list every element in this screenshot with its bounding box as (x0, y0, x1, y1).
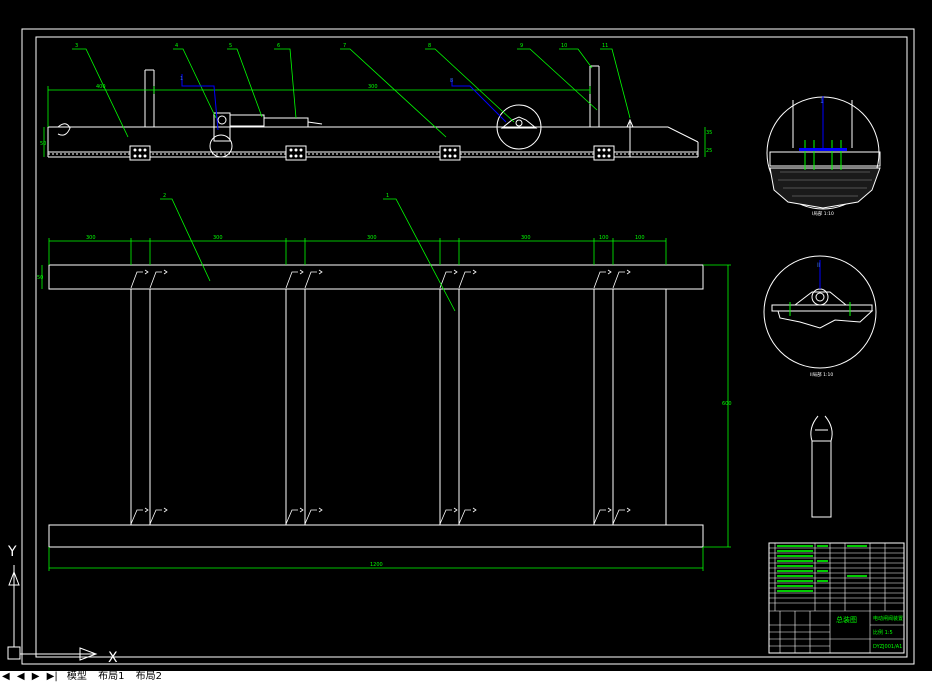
elev-dim-top-2: 300 (368, 84, 378, 90)
plan-dim-bottom: 1200 (370, 562, 383, 568)
title-block: 总装图 电动闸阀装置 比例 1:5 DYZJ001/A1 (768, 542, 905, 654)
elevation-view: 400 300 50 35 25 3 4 5 6 7 8 9 10 11 1 8 (40, 43, 712, 161)
elev-balloon-3: 3 (75, 43, 78, 49)
elev-balloon-11: 11 (602, 43, 608, 49)
tab-nav-last-button[interactable]: ▶| (45, 671, 60, 682)
tab-model[interactable]: 模型 (63, 671, 91, 682)
tab-nav-first-button[interactable]: ◀ (0, 671, 12, 682)
elev-balloon-4: 4 (175, 43, 178, 49)
detail-view-1: 1 I局部 1:10 (766, 96, 881, 217)
tab-nav-next-button[interactable]: ▶ (30, 671, 42, 682)
tab-layout-1[interactable]: 布局1 (94, 671, 128, 682)
elev-blue-balloon-1: 1 (180, 76, 183, 82)
elev-balloon-7: 7 (343, 43, 346, 49)
plan-dim-top-5: 100 (599, 235, 609, 241)
elev-balloon-8: 8 (428, 43, 431, 49)
elev-balloon-5: 5 (229, 43, 232, 49)
plan-dim-top-6: 100 (635, 235, 645, 241)
plan-view: 300 300 300 300 100 100 1200 600 50 2 1 (37, 193, 732, 571)
detail2-caption: II局部 1:10 (810, 371, 833, 378)
cad-drawing-canvas[interactable]: 400 300 50 35 25 3 4 5 6 7 8 9 10 11 1 8… (0, 0, 932, 671)
tab-layout-2[interactable]: 布局2 (132, 671, 166, 682)
elev-balloon-10: 10 (561, 43, 567, 49)
detail1-caption: I局部 1:10 (812, 210, 834, 217)
ucs-y-label: Y (7, 544, 17, 560)
plan-dim-top-2: 300 (213, 235, 223, 241)
detail2-label: II (817, 262, 821, 269)
detail-view-2: II II局部 1:10 (763, 255, 877, 378)
part-side-view (810, 415, 833, 518)
detail1-label: 1 (820, 98, 824, 105)
plan-dim-top-3: 300 (367, 235, 377, 241)
layout-tab-bar: ◀ ◀ ▶ ▶| 模型 布局1 布局2 (0, 671, 932, 682)
elev-dim-left: 50 (40, 141, 46, 147)
elev-balloon-6: 6 (277, 43, 280, 49)
tab-nav-prev-button[interactable]: ◀ (15, 671, 27, 682)
elev-dim-right-2: 25 (706, 148, 712, 154)
outer-frame (21, 28, 915, 665)
plan-dim-right: 600 (722, 401, 732, 407)
title-drawing-no: DYZJ001/A1 (873, 644, 902, 650)
plan-dim-top-1: 300 (86, 235, 96, 241)
plan-dim-left: 50 (37, 275, 43, 281)
ucs-x-label: X (108, 650, 118, 666)
plan-balloon-2: 2 (163, 193, 166, 199)
elev-dim-right-1: 35 (706, 130, 712, 136)
elev-balloon-9: 9 (520, 43, 523, 49)
title-drawing-name: 总装图 (836, 615, 857, 624)
elev-blue-balloon-2: 8 (450, 78, 453, 84)
ucs-icon: X Y (7, 544, 118, 666)
plan-dim-top-4: 300 (521, 235, 531, 241)
title-scale: 比例 1:5 (873, 629, 893, 636)
plan-balloon-1: 1 (386, 193, 389, 199)
title-company: 电动闸阀装置 (873, 615, 903, 622)
